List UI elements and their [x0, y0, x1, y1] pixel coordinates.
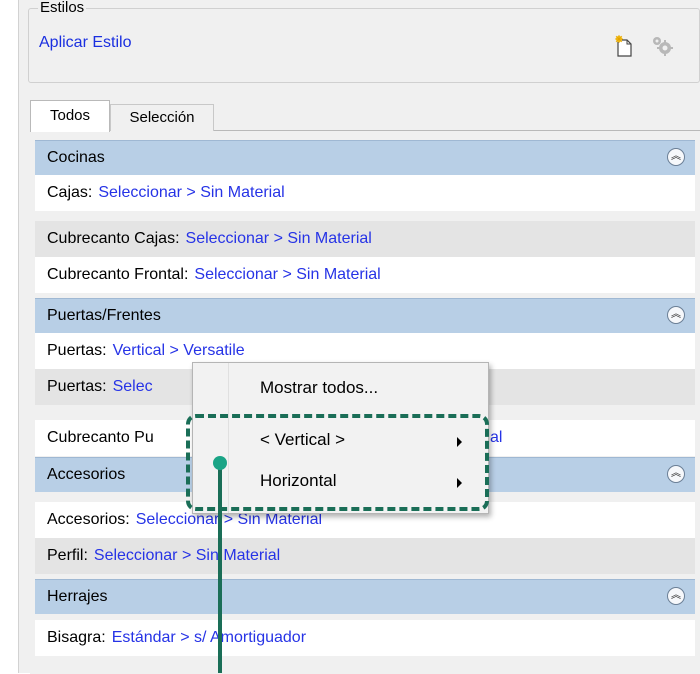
chevron-up-double-icon[interactable]: ︽: [667, 465, 685, 483]
tab-seleccion[interactable]: Selección: [110, 104, 214, 131]
property-row: Cajas: Seleccionar > Sin Material: [35, 175, 695, 211]
row-value-link[interactable]: Seleccionar > Sin Material: [186, 230, 372, 247]
new-document-icon[interactable]: [614, 35, 634, 57]
row-value-link[interactable]: Estándar > s/ Amortiguador: [112, 629, 306, 646]
row-label: Accesorios:: [47, 511, 130, 528]
section-title: Herrajes: [47, 588, 108, 605]
section-title: Cocinas: [47, 149, 105, 166]
row-label: Puertas:: [47, 342, 107, 359]
section-header-cocinas[interactable]: Cocinas ︽: [35, 140, 695, 175]
section-title: Puertas/Frentes: [47, 307, 161, 324]
menu-item-mostrar-todos[interactable]: Mostrar todos...: [260, 378, 378, 398]
apply-style-link[interactable]: Aplicar Estilo: [39, 34, 131, 52]
row-value-link[interactable]: Seleccionar > Sin Material: [94, 547, 280, 564]
row-value-link[interactable]: Vertical > Versatile: [113, 342, 245, 359]
chevron-up-double-icon[interactable]: ︽: [667, 306, 685, 324]
row-label: Cubrecanto Frontal:: [47, 266, 189, 283]
annotation-highlight-box: [186, 414, 489, 511]
row-label: Cubrecanto Cajas:: [47, 230, 180, 247]
row-label: Puertas:: [47, 378, 107, 395]
styles-group-title: Estilos: [38, 0, 87, 16]
section-header-puertas-frentes[interactable]: Puertas/Frentes ︽: [35, 298, 695, 333]
row-value-link[interactable]: Seleccionar > Sin Material: [98, 184, 284, 201]
property-row: Cubrecanto Frontal: Seleccionar > Sin Mat…: [35, 257, 695, 293]
row-value-link[interactable]: al: [490, 429, 502, 447]
tab-todos[interactable]: Todos: [30, 100, 110, 132]
property-row: Bisagra: Estándar > s/ Amortiguador: [35, 620, 695, 656]
row-label: Perfil:: [47, 547, 88, 564]
row-label: Cubrecanto Pu: [47, 429, 154, 446]
property-row: Cubrecanto Cajas: Seleccionar > Sin Mater…: [35, 221, 695, 257]
chevron-up-double-icon[interactable]: ︽: [667, 587, 685, 605]
property-row: Perfil: Seleccionar > Sin Material: [35, 538, 695, 574]
annotation-dot: [213, 456, 227, 470]
row-label: Bisagra:: [47, 629, 106, 646]
section-title: Accesorios: [47, 466, 126, 483]
section-header-herrajes[interactable]: Herrajes ︽: [35, 579, 695, 614]
gear-icon[interactable]: [651, 35, 673, 57]
row-value-link[interactable]: Seleccionar > Sin Material: [194, 266, 380, 283]
chevron-up-double-icon[interactable]: ︽: [667, 148, 685, 166]
row-label: Cajas:: [47, 184, 93, 201]
annotation-pointer-line: [218, 466, 222, 673]
row-value-link[interactable]: Selec: [113, 378, 153, 395]
